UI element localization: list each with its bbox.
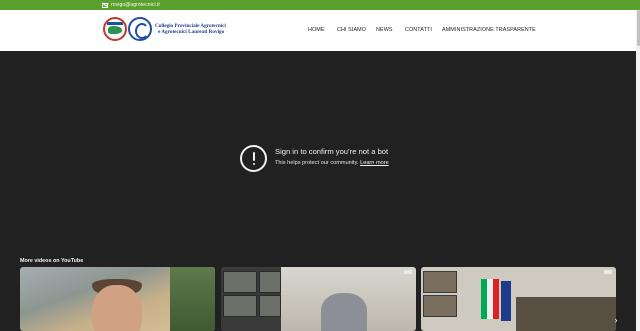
video-thumbnail[interactable]	[20, 267, 215, 331]
alert-icon	[240, 145, 267, 172]
mail-icon	[102, 2, 108, 8]
more-videos-label: More videos on YouTube	[20, 258, 84, 264]
page: rovigo@agrotecnici.it Collegio Provincia…	[0, 0, 640, 331]
contact-email[interactable]: rovigo@agrotecnici.it	[102, 1, 160, 9]
message-title: Sign in to confirm you’re not a bot	[275, 147, 389, 156]
site-header: Collegio Provinciale Agrotecnici e Agrot…	[0, 10, 640, 51]
page-scrollbar[interactable]	[636, 10, 640, 331]
video-thumbnail[interactable]	[221, 267, 416, 331]
nav-news[interactable]: NEWS	[376, 27, 393, 33]
chevron-right-icon[interactable]: ›	[611, 315, 621, 325]
video-badge	[604, 270, 612, 274]
nav-contatti[interactable]: CONTATTI	[405, 27, 432, 33]
nav-home[interactable]: HOME	[308, 27, 325, 33]
message-subtitle-text: This helps protect our community.	[275, 160, 359, 166]
scrollbar-thumb[interactable]	[636, 10, 640, 46]
nav-chi-siamo[interactable]: CHI SIAMO	[337, 27, 366, 33]
video-badge	[404, 270, 412, 274]
top-bar: rovigo@agrotecnici.it	[0, 0, 640, 10]
learn-more-link[interactable]: Learn more	[360, 160, 389, 166]
nav-amministrazione-trasparente[interactable]: AMMINISTRAZIONE TRASPARENTE	[442, 27, 536, 33]
youtube-player[interactable]: Sign in to confirm you’re not a bot This…	[0, 51, 636, 331]
video-thumbnail[interactable]	[421, 267, 616, 331]
main-nav: HOME CHI SIAMO NEWS CONTATTI AMMINISTRAZ…	[0, 27, 640, 35]
bot-check-message: Sign in to confirm you’re not a bot This…	[240, 145, 389, 172]
email-text[interactable]: rovigo@agrotecnici.it	[111, 2, 160, 8]
message-subtitle: This helps protect our community. Learn …	[275, 160, 389, 166]
